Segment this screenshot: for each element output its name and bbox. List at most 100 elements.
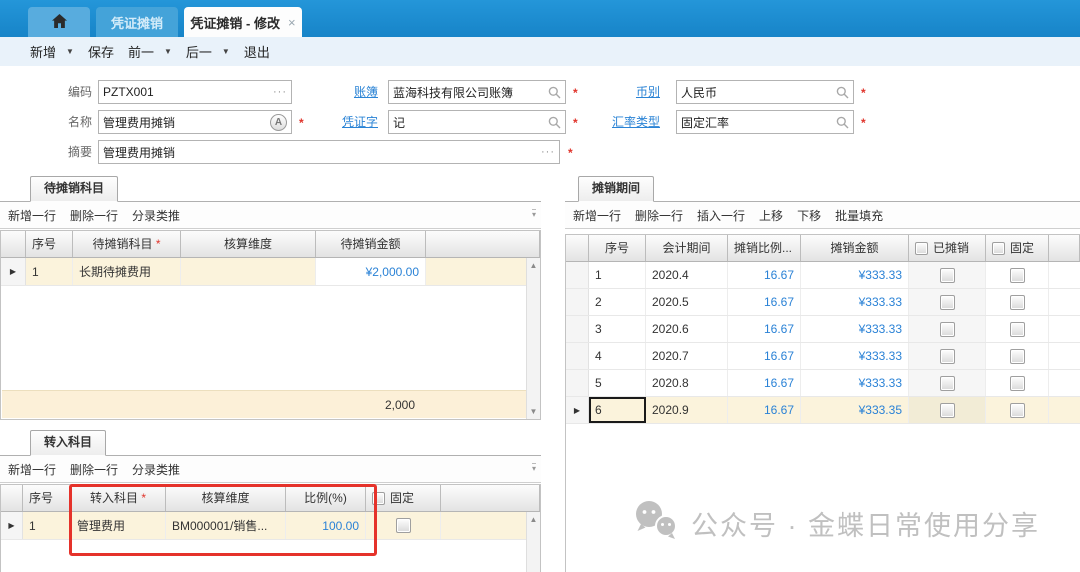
cell-ratio[interactable]: 16.67 xyxy=(728,262,801,288)
search-icon[interactable] xyxy=(836,86,849,99)
select-all-amortized-checkbox[interactable] xyxy=(915,242,928,255)
new-dropdown-icon[interactable]: ▼ xyxy=(66,47,74,56)
vertical-scrollbar[interactable]: ▲ ▼ xyxy=(526,258,540,419)
fixed-checkbox[interactable] xyxy=(1010,376,1025,391)
cell-ratio[interactable]: 100.00 xyxy=(286,512,366,539)
exit-button[interactable]: 退出 xyxy=(244,42,270,61)
cell-amount[interactable]: ¥333.33 xyxy=(801,370,909,396)
fixed-checkbox[interactable] xyxy=(396,518,411,533)
cell-seq[interactable]: 4 xyxy=(589,343,646,369)
new-button[interactable]: 新增 xyxy=(30,42,56,61)
move-up-button[interactable]: 上移 xyxy=(759,207,783,224)
cell-period[interactable]: 2020.6 xyxy=(646,316,728,342)
cell-pending-account[interactable]: 长期待摊费用 xyxy=(73,258,181,285)
collapse-handle-icon[interactable]: ▾ xyxy=(532,209,536,219)
amortized-checkbox[interactable] xyxy=(940,403,955,418)
cell-ratio[interactable]: 16.67 xyxy=(728,397,801,423)
table-row-selected[interactable]: ▶ 6 2020.9 16.67 ¥333.35 xyxy=(566,397,1080,424)
scroll-down-icon[interactable]: ▼ xyxy=(527,407,540,416)
amortized-checkbox[interactable] xyxy=(940,322,955,337)
cell-ratio[interactable]: 16.67 xyxy=(728,289,801,315)
book-input[interactable] xyxy=(393,85,545,99)
add-row-button[interactable]: 新增一行 xyxy=(8,461,56,478)
cell-pending-amount[interactable]: ¥2,000.00 xyxy=(316,258,426,285)
vertical-scrollbar[interactable]: ▲ xyxy=(526,512,540,572)
delete-row-button[interactable]: 删除一行 xyxy=(70,207,118,224)
search-icon[interactable] xyxy=(548,86,561,99)
currency-label-link[interactable]: 币别 xyxy=(600,80,660,104)
cell-period[interactable]: 2020.5 xyxy=(646,289,728,315)
add-row-button[interactable]: 新增一行 xyxy=(8,207,56,224)
fixed-checkbox[interactable] xyxy=(1010,349,1025,364)
next-dropdown-icon[interactable]: ▼ xyxy=(222,47,230,56)
select-all-fixed-checkbox[interactable] xyxy=(992,242,1005,255)
cell-ratio[interactable]: 16.67 xyxy=(728,316,801,342)
voucher-word-input[interactable] xyxy=(393,115,545,129)
scroll-up-icon[interactable]: ▲ xyxy=(527,515,540,524)
multilingual-icon[interactable]: A xyxy=(270,114,287,131)
move-down-button[interactable]: 下移 xyxy=(797,207,821,224)
scroll-up-icon[interactable]: ▲ xyxy=(527,261,540,270)
tab-voucher-amortization[interactable]: 凭证摊销 xyxy=(96,7,178,37)
insert-row-button[interactable]: 插入一行 xyxy=(697,207,745,224)
add-row-button[interactable]: 新增一行 xyxy=(573,207,621,224)
entry-infer-button[interactable]: 分录类推 xyxy=(132,461,180,478)
table-row[interactable]: 1 2020.4 16.67 ¥333.33 xyxy=(566,262,1080,289)
close-icon[interactable]: × xyxy=(288,15,296,30)
cell-seq[interactable]: 1 xyxy=(26,258,73,285)
cell-seq[interactable]: 1 xyxy=(589,262,646,288)
table-row[interactable]: 4 2020.7 16.67 ¥333.33 xyxy=(566,343,1080,370)
fixed-checkbox[interactable] xyxy=(1010,295,1025,310)
currency-input[interactable] xyxy=(681,85,833,99)
tab-voucher-amortization-modify[interactable]: 凭证摊销 - 修改 × xyxy=(184,7,302,37)
rate-type-label-link[interactable]: 汇率类型 xyxy=(600,110,660,134)
prev-dropdown-icon[interactable]: ▼ xyxy=(164,47,172,56)
lookup-ellipsis-icon[interactable]: ··· xyxy=(273,87,287,97)
search-icon[interactable] xyxy=(548,116,561,129)
fixed-checkbox[interactable] xyxy=(1010,268,1025,283)
table-row[interactable]: 5 2020.8 16.67 ¥333.33 xyxy=(566,370,1080,397)
summary-input[interactable] xyxy=(103,145,538,159)
tab-transfer-accounts[interactable]: 转入科目 xyxy=(30,430,106,456)
next-button[interactable]: 后一 xyxy=(186,42,212,61)
code-input[interactable] xyxy=(103,85,270,99)
cell-seq[interactable]: 3 xyxy=(589,316,646,342)
tab-pending-accounts[interactable]: 待摊销科目 xyxy=(30,176,118,202)
search-icon[interactable] xyxy=(836,116,849,129)
table-row[interactable]: ▶ 1 长期待摊费用 ¥2,000.00 xyxy=(1,258,540,286)
cell-period[interactable]: 2020.7 xyxy=(646,343,728,369)
cell-seq[interactable]: 1 xyxy=(23,512,71,539)
cell-amount[interactable]: ¥333.33 xyxy=(801,262,909,288)
amortized-checkbox[interactable] xyxy=(940,349,955,364)
cell-amount[interactable]: ¥333.33 xyxy=(801,289,909,315)
table-row[interactable]: ▶ 1 管理费用 BM000001/销售... 100.00 xyxy=(1,512,540,540)
cell-period[interactable]: 2020.9 xyxy=(646,397,728,423)
fixed-checkbox[interactable] xyxy=(1010,403,1025,418)
cell-seq[interactable]: 2 xyxy=(589,289,646,315)
cell-dimension[interactable] xyxy=(181,258,316,285)
book-label-link[interactable]: 账簿 xyxy=(320,80,378,104)
table-row[interactable]: 3 2020.6 16.67 ¥333.33 xyxy=(566,316,1080,343)
cell-amount[interactable]: ¥333.33 xyxy=(801,316,909,342)
batch-fill-button[interactable]: 批量填充 xyxy=(835,207,883,224)
cell-seq[interactable]: 5 xyxy=(589,370,646,396)
tab-amortization-periods[interactable]: 摊销期间 xyxy=(578,176,654,202)
cell-period[interactable]: 2020.4 xyxy=(646,262,728,288)
select-all-fixed-checkbox[interactable] xyxy=(372,492,385,505)
collapse-handle-icon[interactable]: ▾ xyxy=(532,463,536,473)
cell-amount[interactable]: ¥333.35 xyxy=(801,397,909,423)
cell-transfer-account[interactable]: 管理费用 xyxy=(71,512,166,539)
entry-infer-button[interactable]: 分录类推 xyxy=(132,207,180,224)
voucher-word-label-link[interactable]: 凭证字 xyxy=(320,110,378,134)
save-button[interactable]: 保存 xyxy=(88,42,114,61)
cell-dimension[interactable]: BM000001/销售... xyxy=(166,512,286,539)
name-input[interactable] xyxy=(103,115,267,129)
fixed-checkbox[interactable] xyxy=(1010,322,1025,337)
table-row[interactable]: 2 2020.5 16.67 ¥333.33 xyxy=(566,289,1080,316)
cell-ratio[interactable]: 16.67 xyxy=(728,343,801,369)
rate-type-input[interactable] xyxy=(681,115,833,129)
amortized-checkbox[interactable] xyxy=(940,268,955,283)
cell-period[interactable]: 2020.8 xyxy=(646,370,728,396)
amortized-checkbox[interactable] xyxy=(940,295,955,310)
delete-row-button[interactable]: 删除一行 xyxy=(635,207,683,224)
